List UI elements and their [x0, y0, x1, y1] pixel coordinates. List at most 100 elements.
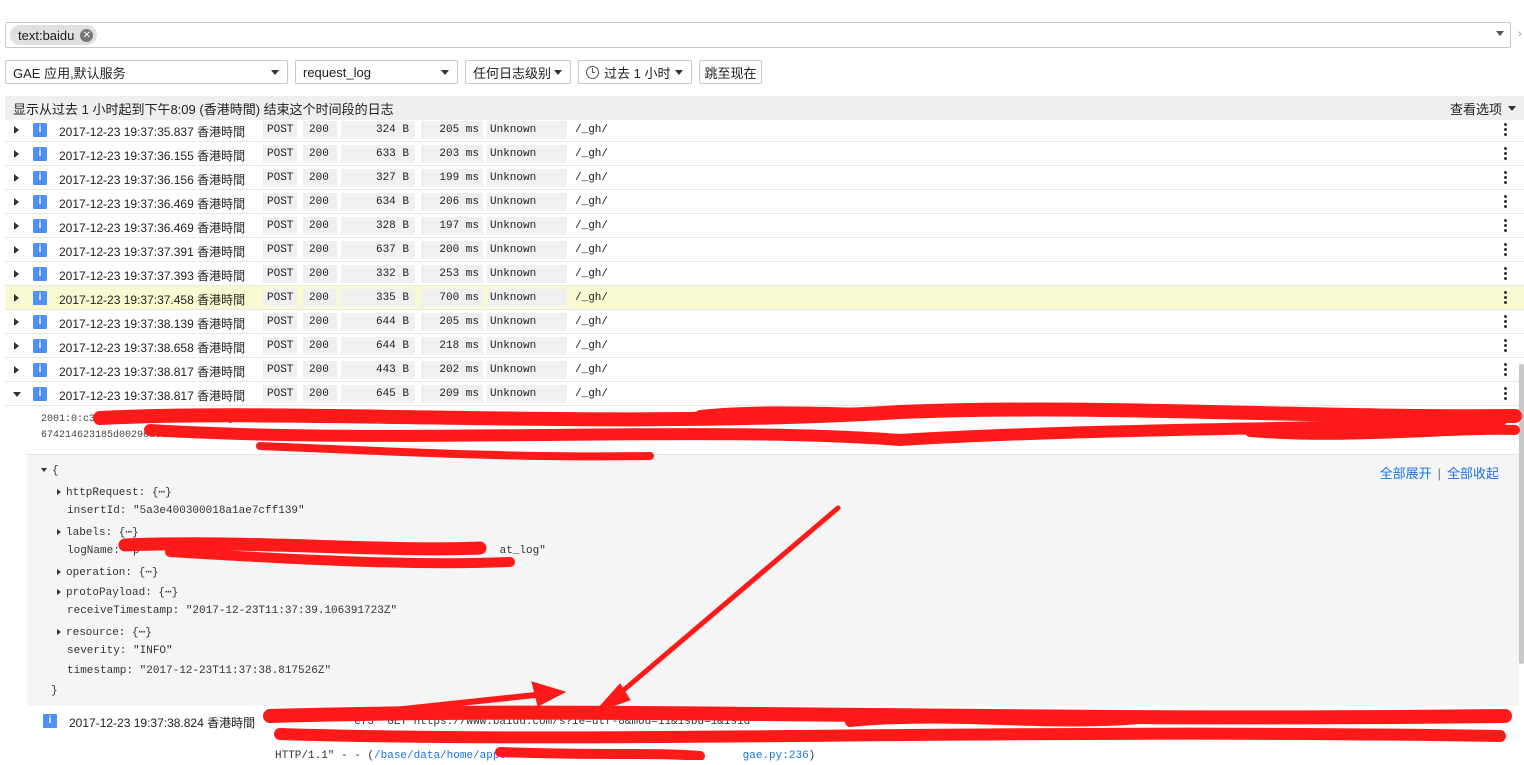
expand-icon[interactable]: [14, 294, 19, 302]
info-severity-icon: i: [33, 195, 47, 209]
more-vert-icon[interactable]: [1504, 219, 1507, 233]
jump-to-now-button[interactable]: 跳至现在: [699, 60, 762, 84]
more-vert-icon[interactable]: [1504, 195, 1507, 209]
info-severity-icon: i: [33, 171, 47, 185]
http-method: POST: [263, 289, 297, 307]
json-resource[interactable]: resource: {⋯}: [57, 625, 152, 639]
json-brace: }: [51, 685, 58, 697]
user-agent: Unknown: [487, 265, 567, 283]
collapse-icon[interactable]: [13, 392, 21, 397]
more-vert-icon[interactable]: [1504, 387, 1507, 401]
http-method: POST: [263, 385, 297, 403]
http-method: POST: [263, 121, 297, 139]
expand-icon[interactable]: [14, 366, 19, 374]
response-size: 335 B: [341, 289, 415, 307]
info-severity-icon: i: [33, 315, 47, 329]
scrollbar[interactable]: [1519, 364, 1524, 664]
response-size: 633 B: [341, 145, 415, 163]
request-path: /_gh/: [575, 244, 609, 256]
expand-icon[interactable]: [14, 318, 19, 326]
more-vert-icon[interactable]: [1504, 123, 1507, 137]
log-row[interactable]: i 2017-12-23 19:37:38.658 香港時間 POST 200 644 …: [5, 334, 1524, 358]
http-method: POST: [263, 169, 297, 187]
source-link-tail[interactable]: gae.py:236: [743, 750, 809, 762]
latency: 218 ms: [421, 337, 483, 355]
log-timestamp: 2017-12-23 19:37:36.469 香港時間: [59, 197, 246, 211]
more-vert-icon[interactable]: [1504, 147, 1507, 161]
chevron-down-icon[interactable]: [1496, 31, 1504, 36]
request-path: /_gh/: [575, 388, 609, 400]
json-operation[interactable]: operation: {⋯}: [57, 565, 158, 579]
expand-icon[interactable]: [14, 150, 19, 158]
http-method: POST: [263, 217, 297, 235]
more-vert-icon[interactable]: [1504, 267, 1507, 281]
log-row[interactable]: i 2017-12-23 19:37:38.139 香港時間 POST 200 644 …: [5, 310, 1524, 334]
collapse-all-link[interactable]: 全部收起: [1447, 466, 1499, 481]
http-method: POST: [263, 145, 297, 163]
resource-select[interactable]: GAE 应用,默认服务: [5, 60, 288, 84]
log-row[interactable]: i 2017-12-23 19:37:37.393 香港時間 POST 200 332 …: [5, 262, 1524, 286]
expand-icon[interactable]: [14, 270, 19, 278]
response-size: 637 B: [341, 241, 415, 259]
response-size: 644 B: [341, 313, 415, 331]
json-payload: 全部展开 | 全部收起 { httpRequest: {⋯} insertId: "…: [27, 454, 1519, 706]
time-range-select[interactable]: 过去 1 小时: [578, 60, 692, 84]
request-path: /_gh/: [575, 148, 609, 160]
response-size: 644 B: [341, 337, 415, 355]
expand-icon[interactable]: [14, 198, 19, 206]
expand-icon[interactable]: [14, 342, 19, 350]
log-filter-bar[interactable]: text:baidu ✕: [5, 22, 1511, 48]
response-size: 324 B: [341, 121, 415, 139]
log-row[interactable]: i 2017-12-23 19:37:36.155 香港時間 POST 200 633 …: [5, 142, 1524, 166]
log-row[interactable]: i 2017-12-23 19:37:36.156 香港時間 POST 200 327 …: [5, 166, 1524, 190]
log-row[interactable]: i 2017-12-23 19:37:36.469 香港時間 POST 200 328 …: [5, 214, 1524, 238]
expand-controls: 全部展开 | 全部收起: [1379, 466, 1499, 481]
json-key: labels: {⋯}: [66, 527, 139, 539]
json-key: protoPayload: {⋯}: [66, 587, 179, 599]
info-severity-icon: i: [33, 339, 47, 353]
log-row[interactable]: i 2017-12-23 19:37:37.391 香港時間 POST 200 637 …: [5, 238, 1524, 262]
expand-icon[interactable]: [14, 246, 19, 254]
response-size: 327 B: [341, 169, 415, 187]
user-agent: Unknown: [487, 193, 567, 211]
expand-icon[interactable]: [14, 174, 19, 182]
log-row[interactable]: i 2017-12-23 19:37:38.817 香港時間 POST 200 645 …: [5, 382, 1524, 406]
more-vert-icon[interactable]: [1504, 243, 1507, 257]
log-row[interactable]: i 2017-12-23 19:37:36.469 香港時間 POST 200 634 …: [5, 190, 1524, 214]
http-status: 200: [303, 121, 337, 139]
view-options-button[interactable]: 查看选项: [1450, 99, 1516, 118]
http-method: POST: [263, 313, 297, 331]
log-level-label: 任何日志级别: [473, 65, 552, 81]
http-status: 200: [303, 289, 337, 307]
chevron-down-icon: [554, 70, 562, 75]
next-log-entry[interactable]: i 2017-12-23 19:37:38.824 香港時間 ef3 "GET …: [5, 708, 1524, 762]
more-vert-icon[interactable]: [1504, 363, 1507, 377]
http-status: 200: [303, 169, 337, 187]
log-row[interactable]: i 2017-12-23 19:37:37.458 香港時間 POST 200 335 …: [5, 286, 1524, 310]
more-vert-icon[interactable]: [1504, 171, 1507, 185]
log-level-select[interactable]: 任何日志级别: [465, 60, 571, 84]
info-severity-icon: i: [33, 363, 47, 377]
http-status: 200: [303, 337, 337, 355]
log-row[interactable]: i 2017-12-23 19:37:35.837 香港時間 POST 200 324 …: [5, 118, 1524, 142]
more-vert-icon[interactable]: [1504, 291, 1507, 305]
response-size: 443 B: [341, 361, 415, 379]
json-http-request[interactable]: httpRequest: {⋯}: [57, 485, 172, 499]
more-vert-icon[interactable]: [1504, 339, 1507, 353]
json-proto-payload[interactable]: protoPayload: {⋯}: [57, 585, 178, 599]
close-icon[interactable]: ✕: [80, 28, 94, 42]
more-vert-icon[interactable]: [1504, 315, 1507, 329]
json-key: severity: "INFO": [67, 645, 173, 657]
log-row[interactable]: i 2017-12-23 19:37:38.817 香港時間 POST 200 443 …: [5, 358, 1524, 382]
log-timestamp: 2017-12-23 19:37:36.156 香港時間: [59, 173, 246, 187]
expand-all-link[interactable]: 全部展开: [1380, 466, 1432, 481]
latency: 253 ms: [421, 265, 483, 283]
expand-icon[interactable]: [14, 222, 19, 230]
source-link[interactable]: /base/data/home/apps/: [374, 750, 513, 762]
log-name-select[interactable]: request_log: [295, 60, 458, 84]
json-labels[interactable]: labels: {⋯}: [57, 525, 139, 539]
log-timestamp: 2017-12-23 19:37:37.458 香港時間: [59, 293, 246, 307]
expand-icon[interactable]: [14, 126, 19, 134]
filter-chip[interactable]: text:baidu ✕: [10, 25, 98, 45]
json-root[interactable]: {: [41, 465, 59, 477]
